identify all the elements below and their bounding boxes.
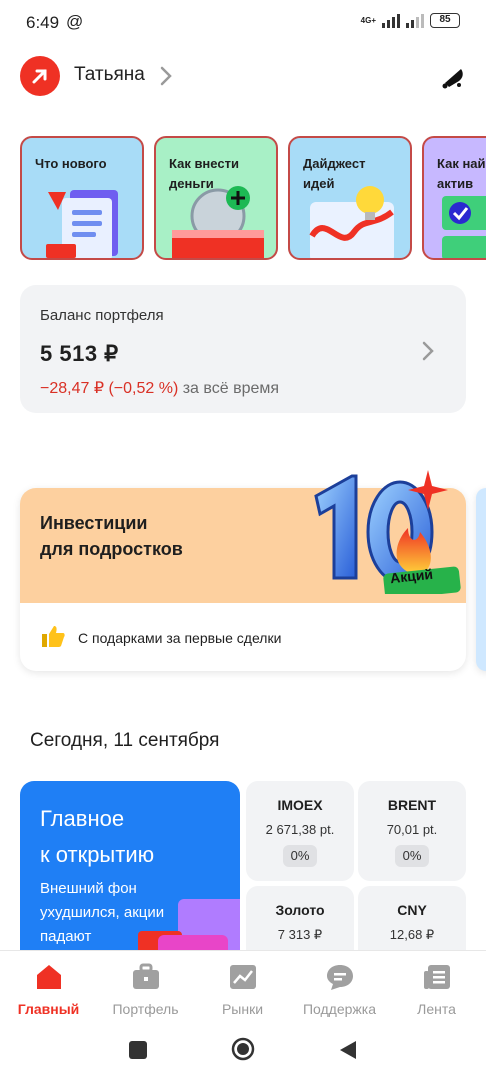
stories-carousel[interactable]: Что нового Как внести деньги Дайджест ид…	[20, 136, 486, 260]
tab-feed[interactable]: Лента	[388, 961, 485, 1017]
tab-portfolio[interactable]: Портфель	[97, 961, 194, 1017]
coin-deposit-illustration-icon	[172, 186, 264, 258]
promo-footer: С подарками за первые сделки	[40, 624, 281, 651]
signal-icon	[382, 13, 400, 28]
back-button[interactable]	[338, 1040, 358, 1065]
balance-change: −28,47 ₽ (−0,52 %) за всё время	[40, 378, 279, 398]
teen-investing-promo-card[interactable]: Инвестиции для подростков 10 Акций С под…	[20, 470, 466, 671]
news-title: Главное к открытию	[40, 806, 155, 867]
feed-icon	[388, 961, 485, 993]
chevron-right-icon	[422, 341, 434, 366]
briefcase-icon	[97, 961, 194, 993]
network-type-label: 4G+	[360, 15, 376, 25]
balance-period: за всё время	[182, 380, 280, 397]
ten-stocks-badge-icon	[314, 470, 461, 594]
promo-footer-text: С подарками за первые сделки	[78, 629, 282, 646]
balance-value: 5 513 ₽	[40, 341, 119, 366]
story-how-to-find-asset[interactable]: Как най актив	[422, 136, 486, 260]
ticker-value: 2 671,38 pt.	[265, 822, 335, 837]
recents-button[interactable]	[128, 1040, 148, 1065]
home-icon	[0, 961, 97, 993]
tab-home[interactable]: Главный	[0, 961, 97, 1017]
at-icon: @	[66, 12, 84, 31]
app-logo-icon	[20, 56, 60, 96]
ticker-change-badge: 0%	[395, 845, 429, 867]
thumbs-up-icon	[40, 624, 66, 651]
chart-icon	[194, 961, 291, 993]
portfolio-balance-card[interactable]: Баланс портфеля 5 513 ₽ −28,47 ₽ (−0,52 …	[20, 285, 466, 413]
status-time: 6:49	[26, 13, 60, 32]
balance-change-value: −28,47 ₽ (−0,52 %)	[40, 380, 179, 397]
ticker-change-badge: 0%	[283, 845, 317, 867]
story-label: Что нового	[35, 156, 107, 171]
tab-support[interactable]: Поддержка	[291, 961, 388, 1017]
document-illustration-icon	[46, 190, 118, 258]
bottom-tab-bar: Главный Портфель Рынки Поддержка Лента	[0, 950, 486, 1024]
checkmark-illustration-icon	[442, 196, 486, 258]
tab-label: Лента	[417, 1001, 456, 1017]
story-ideas-digest[interactable]: Дайджест идей	[288, 136, 412, 260]
ticker-name: BRENT	[387, 797, 437, 813]
battery-icon: 85	[430, 13, 460, 28]
ticker-name: Золото	[275, 902, 325, 918]
tab-label: Рынки	[221, 1001, 264, 1017]
ticker-name: IMOEX	[277, 797, 323, 813]
home-button[interactable]	[231, 1037, 255, 1066]
ticker-value: 12,68 ₽	[389, 927, 435, 942]
ticker-tile-imoex[interactable]: IMOEX 2 671,38 pt. 0%	[246, 781, 354, 881]
ticker-name: CNY	[397, 902, 427, 918]
ticker-value: 7 313 ₽	[277, 927, 323, 942]
story-label: Как най актив	[437, 156, 486, 191]
story-how-to-deposit[interactable]: Как внести деньги	[154, 136, 278, 260]
chat-icon	[291, 961, 388, 993]
header: Татьяна	[20, 56, 466, 96]
notifications-bell-icon[interactable]	[440, 64, 466, 95]
tab-label: Главный	[17, 1001, 80, 1017]
story-whats-new[interactable]: Что нового	[20, 136, 144, 260]
balance-label: Баланс портфеля	[40, 307, 164, 324]
lightbulb-chart-illustration-icon	[309, 186, 394, 258]
profile-name-link[interactable]: Татьяна	[74, 64, 145, 86]
date-heading: Сегодня, 11 сентября	[30, 730, 220, 751]
status-indicators: 4G+ 85	[361, 13, 460, 28]
next-promo-card[interactable]	[476, 488, 486, 671]
ticker-tile-brent[interactable]: BRENT 70,01 pt. 0%	[358, 781, 466, 881]
system-navigation-bar	[0, 1024, 486, 1080]
status-bar: 6:49 @ 4G+ 85	[0, 0, 486, 44]
tab-label: Портфель	[112, 1001, 179, 1017]
ticker-value: 70,01 pt.	[386, 822, 438, 837]
tab-markets[interactable]: Рынки	[194, 961, 291, 1017]
signal-2-icon	[406, 13, 424, 28]
chevron-right-icon[interactable]	[160, 66, 172, 91]
promo-title: Инвестиции для подростков	[40, 513, 183, 559]
tab-label: Поддержка	[302, 1001, 377, 1017]
